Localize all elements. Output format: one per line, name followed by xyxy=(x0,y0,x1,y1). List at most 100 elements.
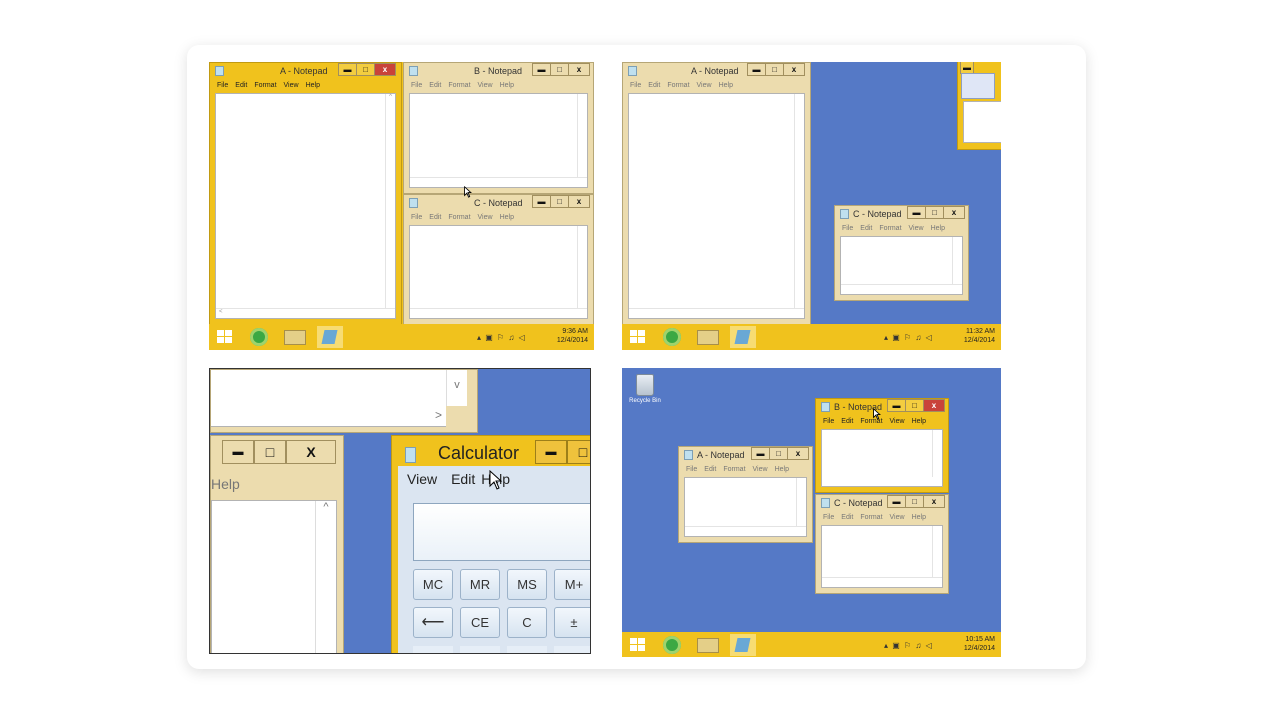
minimize-button[interactable]: ▬ xyxy=(887,495,906,508)
title-bar[interactable]: C - Notepad ▬ □ x xyxy=(816,495,948,512)
vertical-scrollbar[interactable]: ^ xyxy=(385,94,395,309)
menu-edit[interactable]: Edit xyxy=(451,471,475,487)
menu-help[interactable]: Help xyxy=(775,466,789,473)
notepad-window-c[interactable]: C - Notepad ▬ □ x File Edit Format View Help xyxy=(815,494,949,594)
start-button-icon[interactable] xyxy=(217,330,232,344)
menu-view[interactable]: View xyxy=(890,514,905,521)
text-area[interactable] xyxy=(684,477,807,537)
menu-edit[interactable]: Edit xyxy=(841,514,853,521)
menu-file[interactable]: File xyxy=(842,225,853,232)
maximize-button[interactable]: □ xyxy=(550,63,569,76)
scroll-up-arrow[interactable]: ^ xyxy=(389,94,392,100)
minimize-button[interactable]: ▬ xyxy=(907,206,926,219)
vertical-scrollbar[interactable] xyxy=(794,94,804,309)
horizontal-scrollbar[interactable]: < xyxy=(216,308,395,318)
minimize-button[interactable]: ▬ xyxy=(747,63,766,76)
horizontal-scrollbar[interactable] xyxy=(410,308,587,318)
internet-explorer-icon[interactable] xyxy=(250,328,268,346)
text-area[interactable]: ^ < xyxy=(215,93,396,319)
text-area[interactable] xyxy=(821,525,943,588)
notepad-window-b[interactable]: B - Notepad ▬ □ x File Edit Format View Help xyxy=(403,62,594,194)
menu-file[interactable]: File xyxy=(411,82,422,89)
scroll-up-arrow[interactable]: ^ xyxy=(323,501,328,513)
minimize-button[interactable]: ▬ xyxy=(887,399,906,412)
menu-format[interactable]: Format xyxy=(879,225,901,232)
menu-view[interactable]: View xyxy=(478,214,493,221)
vertical-scrollbar[interactable] xyxy=(932,430,942,477)
text-area[interactable] xyxy=(211,370,446,407)
menu-format[interactable]: Format xyxy=(448,82,470,89)
horizontal-scrollbar[interactable] xyxy=(685,526,806,536)
maximize-button[interactable]: □ xyxy=(769,447,788,460)
menu-view[interactable]: View xyxy=(284,82,299,89)
menu-file[interactable]: File xyxy=(686,466,697,473)
title-bar[interactable]: A - Notepad ▬ □ x xyxy=(210,63,401,80)
menu-edit[interactable]: Edit xyxy=(704,466,716,473)
vertical-scrollbar[interactable] xyxy=(932,526,942,578)
menu-format[interactable]: Format xyxy=(448,214,470,221)
maximize-button[interactable]: □ xyxy=(925,206,944,219)
notepad-window-c[interactable]: C - Notepad ▬ □ x File Edit Format View Help xyxy=(834,205,969,301)
notepad-taskbar-icon[interactable] xyxy=(730,326,756,348)
text-area[interactable] xyxy=(821,429,943,487)
start-button-icon[interactable] xyxy=(630,638,645,652)
notepad-taskbar-icon[interactable] xyxy=(730,634,756,656)
minimize-button[interactable]: ▬ xyxy=(532,195,551,208)
vertical-scrollbar[interactable]: v xyxy=(446,370,467,406)
menu-edit[interactable]: Edit xyxy=(648,82,660,89)
menu-edit[interactable]: Edit xyxy=(429,82,441,89)
title-bar[interactable]: A - Notepad ▬ □ x xyxy=(623,63,810,80)
maximize-button[interactable]: □ xyxy=(765,63,784,76)
start-button-icon[interactable] xyxy=(630,330,645,344)
partial-window-corner[interactable]: ▬ xyxy=(957,62,1001,150)
title-bar[interactable]: A - Notepad ▬ □ x xyxy=(679,447,812,464)
close-button[interactable]: x xyxy=(783,63,805,76)
minimize-button[interactable]: ▬ xyxy=(338,63,357,76)
text-area[interactable] xyxy=(409,93,588,188)
close-button[interactable]: x xyxy=(568,195,590,208)
menu-format[interactable]: Format xyxy=(667,82,689,89)
text-area[interactable] xyxy=(963,101,1001,143)
backspace-button[interactable]: ⟵ xyxy=(413,607,453,638)
menu-view[interactable]: View xyxy=(909,225,924,232)
horizontal-scrollbar[interactable] xyxy=(410,177,587,187)
file-explorer-icon[interactable] xyxy=(697,330,719,345)
file-explorer-icon[interactable] xyxy=(284,330,306,345)
text-area[interactable] xyxy=(409,225,588,319)
close-button[interactable]: x xyxy=(374,63,396,76)
menu-help[interactable]: Help xyxy=(500,214,514,221)
close-button[interactable]: x xyxy=(943,206,965,219)
minimize-button[interactable]: ▬ xyxy=(222,440,254,464)
scroll-left-arrow[interactable]: < xyxy=(219,309,223,315)
menu-view[interactable]: View xyxy=(697,82,712,89)
title-bar[interactable]: B - Notepad ▬ □ x xyxy=(404,63,593,80)
menu-view[interactable]: View xyxy=(753,466,768,473)
internet-explorer-icon[interactable] xyxy=(663,328,681,346)
maximize-button[interactable]: □ xyxy=(356,63,375,76)
menu-file[interactable]: File xyxy=(823,418,834,425)
menu-edit[interactable]: Edit xyxy=(429,214,441,221)
maximize-button[interactable]: □ xyxy=(254,440,286,464)
menu-help[interactable]: Help xyxy=(500,82,514,89)
close-button[interactable]: x xyxy=(787,447,809,460)
notepad-taskbar-icon[interactable] xyxy=(317,326,343,348)
menu-format[interactable]: Format xyxy=(860,514,882,521)
menu-edit[interactable]: Edit xyxy=(235,82,247,89)
vertical-scrollbar[interactable] xyxy=(952,237,962,285)
menu-view[interactable]: View xyxy=(478,82,493,89)
system-tray-icons[interactable]: ▴ ▣ ⚐ ♫ ◁ xyxy=(884,641,933,650)
close-button[interactable]: x xyxy=(923,495,945,508)
menu-help[interactable]: Help xyxy=(931,225,945,232)
menu-view[interactable]: View xyxy=(890,418,905,425)
menu-help[interactable]: Help xyxy=(912,418,926,425)
title-bar[interactable]: B - Notepad ▬ □ x xyxy=(816,399,948,416)
taskbar-clock[interactable]: 11:32 AM 12/4/2014 xyxy=(964,327,995,345)
notepad-window-a[interactable]: A - Notepad ▬ □ x File Edit Format View Help… xyxy=(209,62,402,325)
notepad-window-b[interactable]: B - Notepad ▬ □ x File Edit Format View Help xyxy=(815,398,949,493)
menu-file[interactable]: File xyxy=(217,82,228,89)
calculator-window[interactable]: Calculator ▬ □ ViewEditHelp MC MR MS M+ … xyxy=(391,435,590,653)
horizontal-scrollbar[interactable] xyxy=(629,308,804,318)
horizontal-scrollbar[interactable]: > xyxy=(211,406,446,427)
menu-file[interactable]: File xyxy=(411,214,422,221)
taskbar-clock[interactable]: 10:15 AM 12/4/2014 xyxy=(964,635,995,653)
